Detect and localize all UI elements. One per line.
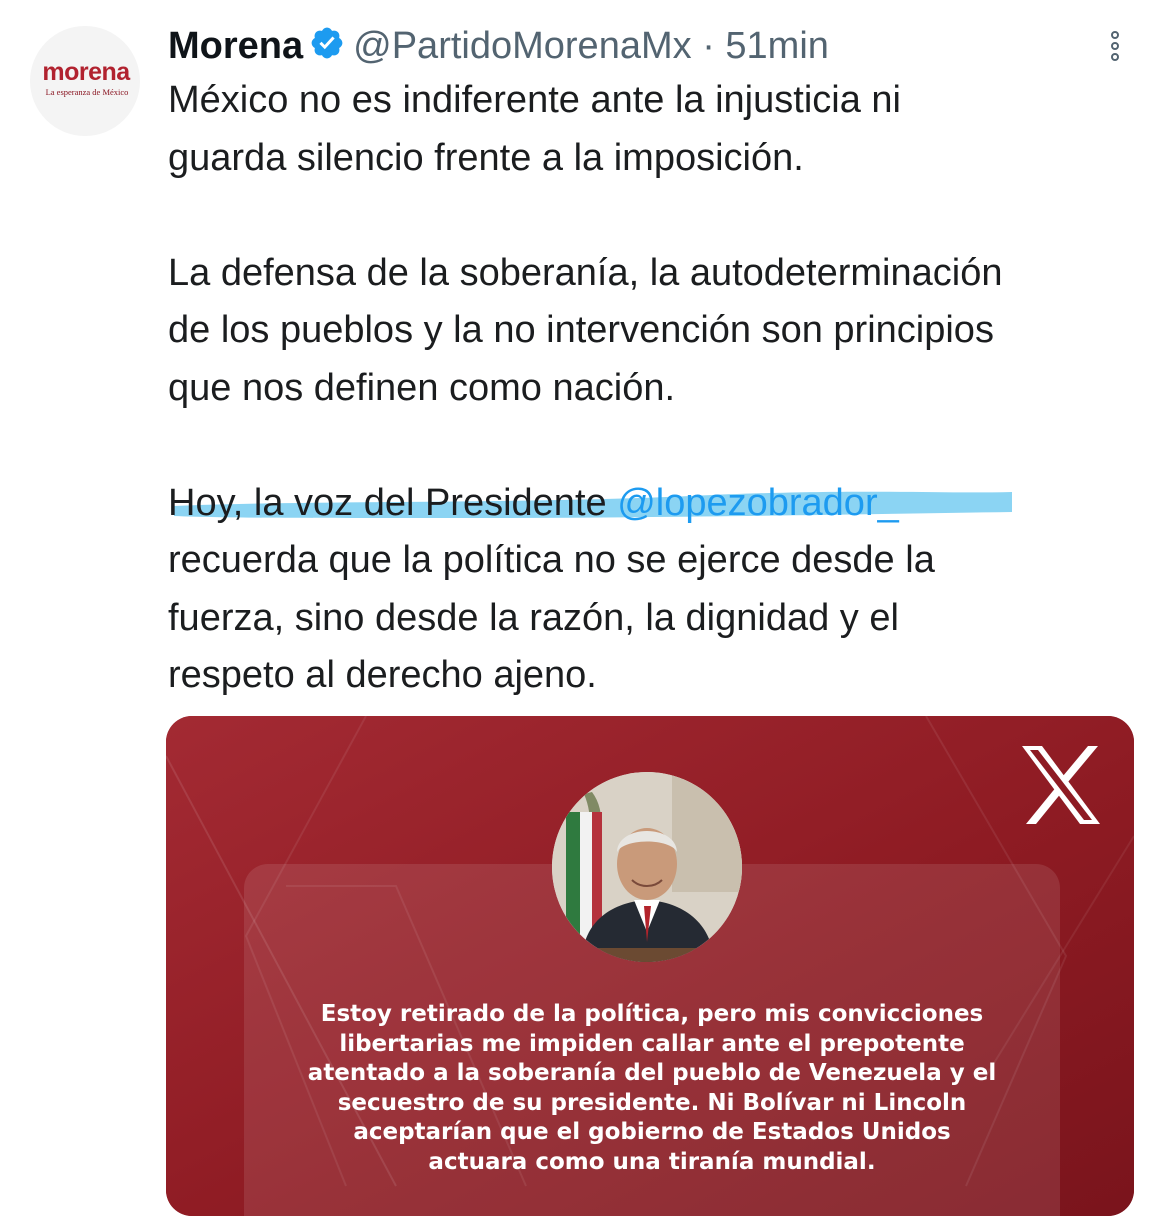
- tweet-line: que nos definen como nación.: [168, 366, 676, 409]
- portrait-illustration: [552, 772, 742, 962]
- header-separator: ·: [702, 24, 715, 67]
- author-name[interactable]: Morena: [168, 25, 303, 67]
- tweet-line: La defensa de la soberanía, la autodeter…: [168, 251, 1003, 294]
- more-options-icon[interactable]: [1095, 26, 1135, 66]
- tweet-media-image[interactable]: Estoy retirado de la política, pero mis …: [166, 716, 1134, 1216]
- quote-text: Estoy retirado de la política, pero mis …: [307, 1001, 997, 1175]
- author-handle[interactable]: @PartidoMorenaMx: [353, 25, 691, 67]
- president-portrait: [552, 772, 742, 962]
- avatar-logo-word: morena: [42, 58, 130, 86]
- tweet-header: Morena @PartidoMorenaMx · 51min: [168, 20, 1068, 68]
- avatar-logo-tagline: La esperanza de México: [45, 87, 129, 97]
- tweet-line: guarda silencio frente a la imposición.: [168, 136, 804, 179]
- tweet-line: respeto al derecho ajeno.: [168, 654, 597, 696]
- tweet-text-fragment: Hoy, la voz del Presidente: [168, 481, 618, 524]
- x-logo-icon: [1022, 746, 1100, 824]
- author-avatar[interactable]: morena La esperanza de México: [30, 26, 140, 136]
- mention-link[interactable]: @lopezobrador_: [617, 482, 899, 524]
- tweet-line: fuerza, sino desde la razón, la dignidad…: [168, 596, 899, 639]
- tweet-timestamp[interactable]: 51min: [725, 25, 829, 67]
- tweet-line: Hoy, la voz del Presidente @lopezobrador…: [168, 475, 1143, 533]
- tweet-body: México no es indiferente ante la injusti…: [168, 72, 1143, 705]
- verified-badge-icon: [311, 27, 343, 59]
- tweet-line: México no es indiferente ante la injusti…: [168, 79, 901, 121]
- tweet-line: de los pueblos y la no intervención son …: [168, 309, 994, 351]
- tweet-line: recuerda que la política no se ejerce de…: [168, 539, 935, 581]
